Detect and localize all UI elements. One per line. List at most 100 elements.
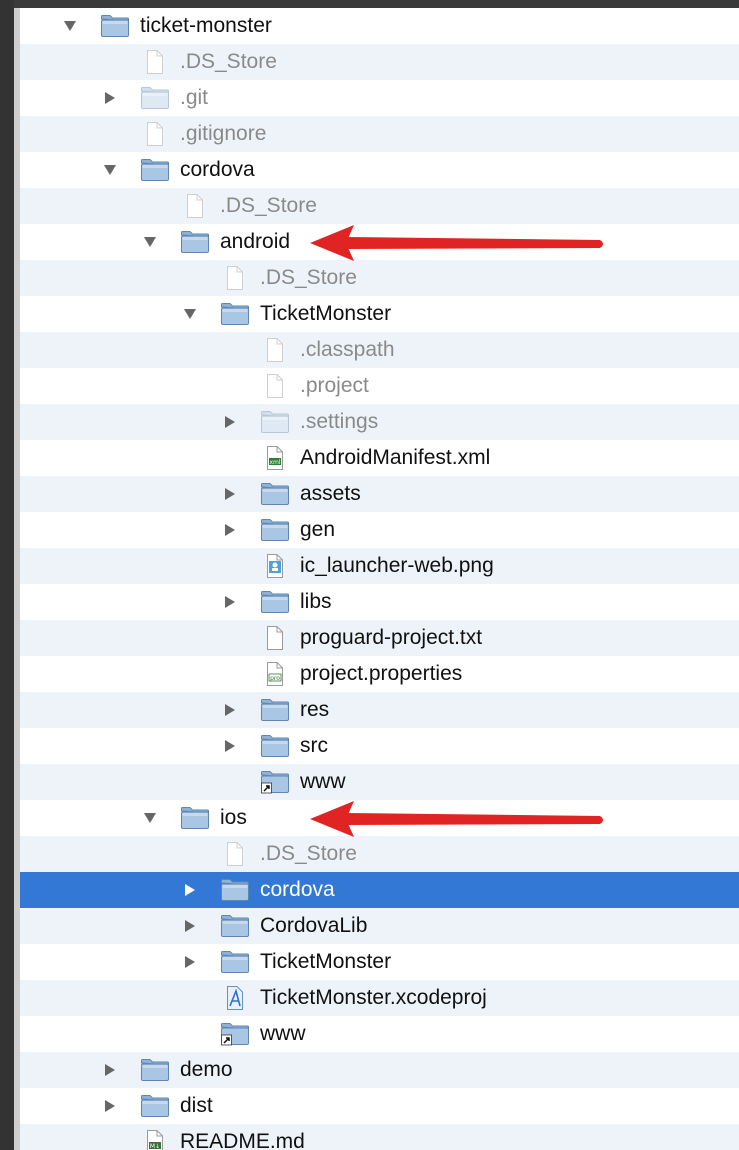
- disclosure-triangle-collapsed-icon[interactable]: [102, 1062, 118, 1078]
- file-icon: [140, 50, 170, 74]
- file-icon: [180, 194, 210, 218]
- tree-row[interactable]: ic_launcher-web.png: [20, 548, 739, 584]
- tree-row[interactable]: res: [20, 692, 739, 728]
- disclosure-triangle-collapsed-icon[interactable]: [222, 738, 238, 754]
- disclosure-triangle-collapsed-icon[interactable]: [222, 486, 238, 502]
- tree-row-label: src: [300, 734, 328, 757]
- disclosure-triangle-expanded-icon[interactable]: [62, 18, 78, 34]
- tree-row[interactable]: TicketMonster.xcodeproj: [20, 980, 739, 1016]
- folder-icon: [220, 950, 250, 974]
- disclosure-triangle-expanded-icon[interactable]: [142, 810, 158, 826]
- tree-row-label: ticket-monster: [140, 14, 272, 37]
- folder-icon: [180, 230, 210, 254]
- markdown-file-icon: M↓: [140, 1130, 170, 1150]
- folder-icon: [140, 158, 170, 182]
- svg-text:pro: pro: [270, 675, 280, 682]
- tree-row[interactable]: M↓ README.md: [20, 1124, 739, 1150]
- tree-row-label: TicketMonster: [260, 950, 392, 973]
- disclosure-triangle-collapsed-icon[interactable]: [222, 702, 238, 718]
- tree-row[interactable]: xml AndroidManifest.xml: [20, 440, 739, 476]
- tree-row-label: cordova: [260, 878, 335, 901]
- folder-icon: [140, 1094, 170, 1118]
- tree-row-label: .classpath: [300, 338, 395, 361]
- tree-row[interactable]: .DS_Store: [20, 836, 739, 872]
- tree-row[interactable]: .classpath: [20, 332, 739, 368]
- svg-text:xml: xml: [269, 459, 280, 466]
- folder-icon: [220, 878, 250, 902]
- tree-row-label: android: [220, 230, 291, 253]
- disclosure-triangle-collapsed-icon[interactable]: [182, 918, 198, 934]
- tree-row-label: TicketMonster: [260, 302, 392, 325]
- tree-row-label: .project: [300, 374, 369, 397]
- disclosure-triangle-expanded-icon[interactable]: [102, 162, 118, 178]
- tree-row[interactable]: www: [20, 764, 739, 800]
- tree-row-label: TicketMonster.xcodeproj: [260, 986, 487, 1009]
- disclosure-triangle-expanded-icon[interactable]: [182, 306, 198, 322]
- tree-row-label: AndroidManifest.xml: [300, 446, 491, 469]
- disclosure-triangle-collapsed-icon[interactable]: [222, 522, 238, 538]
- folder-alias-icon: [220, 1022, 250, 1046]
- tree-row-label: gen: [300, 518, 336, 541]
- tree-row-label: .DS_Store: [260, 266, 357, 289]
- disclosure-triangle-collapsed-icon[interactable]: [222, 414, 238, 430]
- tree-row[interactable]: ticket-monster: [20, 8, 739, 44]
- tree-row-label: .DS_Store: [180, 50, 277, 73]
- folder-icon: [180, 806, 210, 830]
- tree-row[interactable]: libs: [20, 584, 739, 620]
- tree-row-label: .git: [180, 86, 209, 109]
- disclosure-triangle-collapsed-icon[interactable]: [182, 882, 198, 898]
- tree-row-label: ios: [220, 806, 247, 829]
- file-icon: [260, 626, 290, 650]
- tree-row[interactable]: .settings: [20, 404, 739, 440]
- tree-row[interactable]: .DS_Store: [20, 44, 739, 80]
- tree-row[interactable]: www: [20, 1016, 739, 1052]
- svg-text:M↓: M↓: [150, 1143, 160, 1150]
- tree-row[interactable]: assets: [20, 476, 739, 512]
- disclosure-triangle-expanded-icon[interactable]: [142, 234, 158, 250]
- window-frame-left: [0, 0, 14, 1150]
- tree-row[interactable]: cordova: [20, 152, 739, 188]
- folder-icon: [100, 14, 130, 38]
- tree-row[interactable]: CordovaLib: [20, 908, 739, 944]
- tree-row[interactable]: ios: [20, 800, 739, 836]
- file-icon: [260, 338, 290, 362]
- disclosure-triangle-collapsed-icon[interactable]: [222, 594, 238, 610]
- tree-row-label: cordova: [180, 158, 255, 181]
- tree-row-label: dist: [180, 1094, 213, 1117]
- tree-row[interactable]: android: [20, 224, 739, 260]
- folder-icon: [220, 302, 250, 326]
- folder-icon: [140, 86, 170, 110]
- tree-row[interactable]: .DS_Store: [20, 260, 739, 296]
- tree-row-label: .DS_Store: [220, 194, 317, 217]
- disclosure-triangle-collapsed-icon[interactable]: [102, 90, 118, 106]
- tree-row[interactable]: cordova: [20, 872, 739, 908]
- tree-row-label: www: [300, 770, 346, 793]
- tree-row[interactable]: proguard-project.txt: [20, 620, 739, 656]
- tree-row[interactable]: gen: [20, 512, 739, 548]
- tree-row[interactable]: TicketMonster: [20, 296, 739, 332]
- image-file-icon: [260, 554, 290, 578]
- window-frame-top: [0, 0, 739, 8]
- tree-row[interactable]: .gitignore: [20, 116, 739, 152]
- folder-icon: [260, 698, 290, 722]
- tree-row[interactable]: .git: [20, 80, 739, 116]
- file-icon: [260, 374, 290, 398]
- tree-row[interactable]: src: [20, 728, 739, 764]
- tree-row[interactable]: demo: [20, 1052, 739, 1088]
- tree-row-label: project.properties: [300, 662, 463, 685]
- folder-icon: [260, 410, 290, 434]
- tree-row-label: assets: [300, 482, 361, 505]
- tree-row[interactable]: pro project.properties: [20, 656, 739, 692]
- file-icon: [220, 266, 250, 290]
- tree-row-label: ic_launcher-web.png: [300, 554, 494, 577]
- folder-icon: [220, 914, 250, 938]
- xcode-project-icon: [220, 986, 250, 1010]
- tree-row[interactable]: TicketMonster: [20, 944, 739, 980]
- tree-row[interactable]: .project: [20, 368, 739, 404]
- tree-row-label: CordovaLib: [260, 914, 368, 937]
- tree-row[interactable]: .DS_Store: [20, 188, 739, 224]
- folder-alias-icon: [260, 770, 290, 794]
- tree-row[interactable]: dist: [20, 1088, 739, 1124]
- disclosure-triangle-collapsed-icon[interactable]: [102, 1098, 118, 1114]
- disclosure-triangle-collapsed-icon[interactable]: [182, 954, 198, 970]
